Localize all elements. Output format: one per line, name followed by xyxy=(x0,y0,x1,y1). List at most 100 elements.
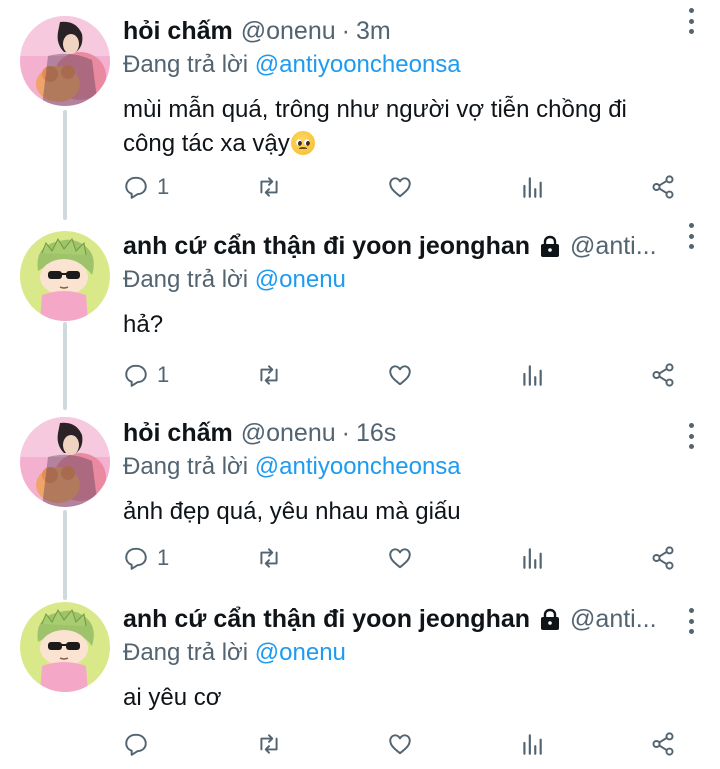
tweet-text-line: ảnh đẹp quá, yêu nhau mà giấu xyxy=(123,498,461,525)
replying-to: Đang trả lời @antiyooncheonsa xyxy=(123,451,700,483)
stats-button[interactable] xyxy=(519,172,545,202)
reply-icon xyxy=(125,547,147,570)
tweet-header: hỏi chấm @onenu · 3m xyxy=(123,14,700,48)
retweet-icon xyxy=(260,734,278,754)
avatar-column xyxy=(20,602,110,692)
like-button[interactable] xyxy=(387,360,413,390)
lock-icon xyxy=(541,608,560,630)
tweet[interactable]: hỏi chấm @onenu · 16s Đang trả lời @anti… xyxy=(0,403,720,586)
tweet-text: mùi mẫn quá, trông như người vợ tiễn chồ… xyxy=(123,93,700,161)
retweet-icon xyxy=(260,365,278,385)
more-options-icon[interactable] xyxy=(684,608,698,634)
heart-icon xyxy=(389,365,411,386)
replying-to-label: Đang trả lời xyxy=(123,639,255,666)
reply-button[interactable] xyxy=(123,729,157,759)
action-bar xyxy=(123,729,683,759)
retweet-button[interactable] xyxy=(256,360,282,390)
avatar-column xyxy=(20,231,110,321)
tweet-text-line: công tác xa vậy xyxy=(123,127,700,161)
retweet-button[interactable] xyxy=(256,543,282,573)
stats-button[interactable] xyxy=(519,729,545,759)
replying-to: Đang trả lời @onenu xyxy=(123,637,700,669)
retweet-icon xyxy=(260,177,278,197)
stats-button[interactable] xyxy=(519,360,545,390)
like-button[interactable] xyxy=(387,172,413,202)
reply-button[interactable]: 1 xyxy=(123,360,169,390)
author-name[interactable]: anh cứ cẩn thận đi yoon jeonghan xyxy=(123,232,530,261)
reply-icon xyxy=(125,176,147,199)
avatar[interactable] xyxy=(20,231,110,321)
like-button[interactable] xyxy=(387,543,413,573)
author-name[interactable]: hỏi chấm xyxy=(123,17,233,46)
reply-button[interactable]: 1 xyxy=(123,172,169,202)
retweet-button[interactable] xyxy=(256,172,282,202)
reply-button[interactable]: 1 xyxy=(123,543,169,573)
share-button[interactable] xyxy=(650,729,676,759)
mention-link[interactable]: @antiyooncheonsa xyxy=(255,453,461,480)
tweet[interactable]: anh cứ cẩn thận đi yoon jeonghan @anti..… xyxy=(0,215,720,403)
tweet-text: hả? xyxy=(123,308,700,342)
replying-to: Đang trả lời @antiyooncheonsa xyxy=(123,49,700,81)
reply-icon xyxy=(125,364,147,387)
author-handle[interactable]: @anti... xyxy=(570,232,657,261)
mention-link[interactable]: @onenu xyxy=(255,639,346,666)
share-icon xyxy=(652,546,674,570)
share-button[interactable] xyxy=(650,172,676,202)
stats-icon xyxy=(523,177,542,198)
more-options-icon[interactable] xyxy=(684,223,698,249)
mention-link[interactable]: @antiyooncheonsa xyxy=(255,51,461,78)
replying-to-label: Đang trả lời xyxy=(123,266,255,293)
reply-thread: hỏi chấm @onenu · 3m Đang trả lời @antiy… xyxy=(0,0,720,769)
pleading-face-emoji xyxy=(290,131,315,155)
share-icon xyxy=(652,175,674,199)
timestamp[interactable]: 3m xyxy=(356,17,391,46)
stats-icon xyxy=(523,365,542,386)
share-icon xyxy=(652,732,674,756)
tweet-header: anh cứ cẩn thận đi yoon jeonghan @anti..… xyxy=(123,602,700,636)
more-options-icon[interactable] xyxy=(684,423,698,449)
tweet-text-line: hả? xyxy=(123,311,164,338)
like-button[interactable] xyxy=(387,729,413,759)
avatar[interactable] xyxy=(20,417,110,507)
avatar[interactable] xyxy=(20,16,110,106)
replying-to-label: Đang trả lời xyxy=(123,453,255,480)
tweet-content: anh cứ cẩn thận đi yoon jeonghan @anti..… xyxy=(123,229,700,342)
replying-to-label: Đang trả lời xyxy=(123,51,255,78)
author-name[interactable]: anh cứ cẩn thận đi yoon jeonghan xyxy=(123,605,530,634)
separator-dot: · xyxy=(341,418,350,447)
avatar-column xyxy=(20,16,110,106)
author-handle[interactable]: @anti... xyxy=(570,605,657,634)
author-handle[interactable]: @onenu xyxy=(241,419,336,448)
author-name[interactable]: hỏi chấm xyxy=(123,419,233,448)
tweet-header: hỏi chấm @onenu · 16s xyxy=(123,416,700,450)
action-bar: 1 xyxy=(123,360,683,390)
mention-link[interactable]: @onenu xyxy=(255,266,346,293)
avatar[interactable] xyxy=(20,602,110,692)
stats-button[interactable] xyxy=(519,543,545,573)
tweet[interactable]: anh cứ cẩn thận đi yoon jeonghan @anti..… xyxy=(0,586,720,769)
tweet-text-segment: công tác xa vậy xyxy=(123,130,290,157)
avatar-column xyxy=(20,417,110,507)
tweet-text-line: mùi mẫn quá, trông như người vợ tiễn chồ… xyxy=(123,96,627,123)
action-bar: 1 xyxy=(123,172,683,202)
share-icon xyxy=(652,363,674,387)
tweet-content: hỏi chấm @onenu · 3m Đang trả lời @antiy… xyxy=(123,14,700,161)
timestamp[interactable]: 16s xyxy=(356,419,396,448)
reply-count: 1 xyxy=(157,545,170,570)
retweet-icon xyxy=(260,548,278,568)
stats-icon xyxy=(523,734,542,755)
tweet-content: anh cứ cẩn thận đi yoon jeonghan @anti..… xyxy=(123,602,700,715)
tweet-content: hỏi chấm @onenu · 16s Đang trả lời @anti… xyxy=(123,416,700,529)
tweet-text: ảnh đẹp quá, yêu nhau mà giấu xyxy=(123,495,700,529)
heart-icon xyxy=(389,548,411,569)
tweet[interactable]: hỏi chấm @onenu · 3m Đang trả lời @antiy… xyxy=(0,0,720,215)
share-button[interactable] xyxy=(650,543,676,573)
more-options-icon[interactable] xyxy=(684,8,698,34)
retweet-button[interactable] xyxy=(256,729,282,759)
separator-dot: · xyxy=(341,16,350,45)
lock-icon xyxy=(541,235,560,257)
share-button[interactable] xyxy=(650,360,676,390)
stats-icon xyxy=(523,548,542,569)
replying-to: Đang trả lời @onenu xyxy=(123,264,700,296)
author-handle[interactable]: @onenu xyxy=(241,17,336,46)
